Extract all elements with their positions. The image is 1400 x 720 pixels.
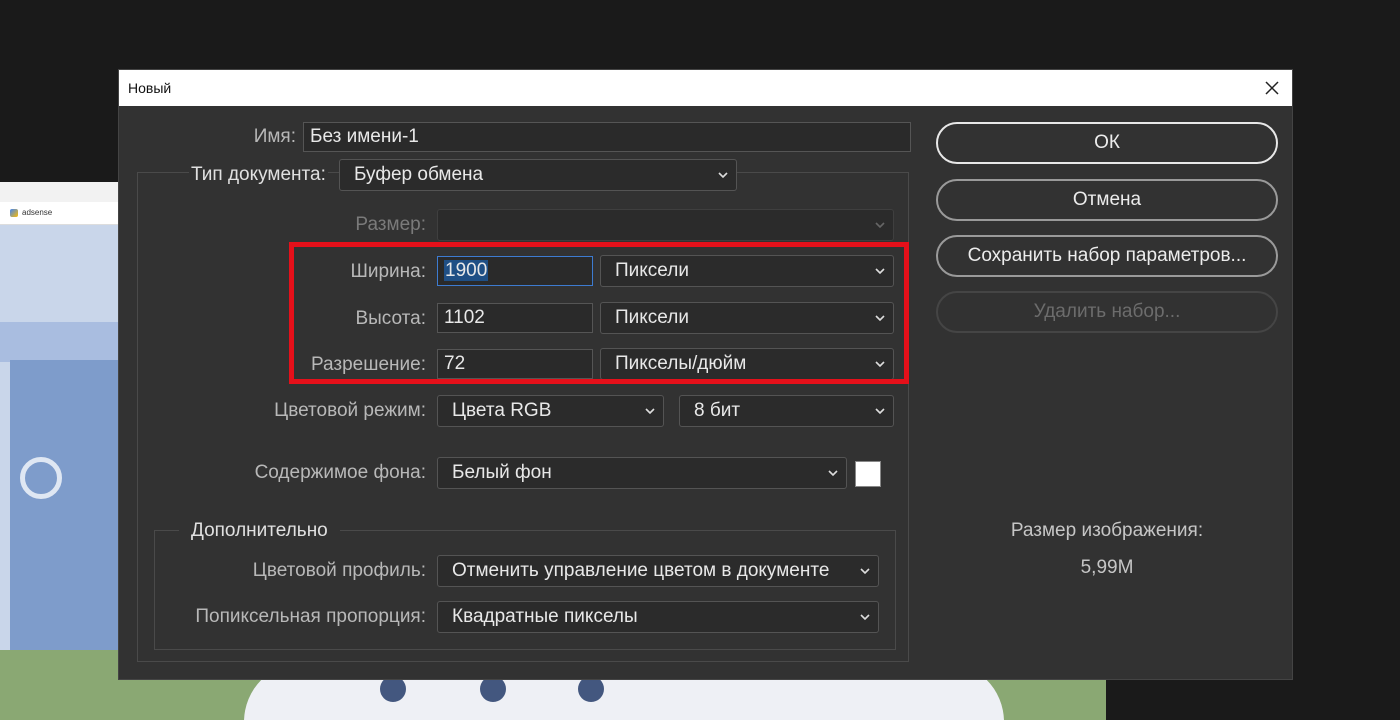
new-document-dialog: Новый Имя: Без имени-1 Тип документа: Бу… bbox=[119, 70, 1292, 679]
illustration-panel bbox=[0, 322, 120, 362]
dialog-title: Новый bbox=[128, 80, 172, 96]
pixel-aspect-label: Попиксельная пропорция: bbox=[195, 606, 426, 627]
doc-type-select[interactable]: Буфер обмена bbox=[339, 159, 737, 191]
illustration-dot bbox=[380, 676, 406, 702]
background-label: Содержимое фона: bbox=[254, 462, 426, 483]
illustration-dot bbox=[578, 676, 604, 702]
cancel-button[interactable]: Отмена bbox=[936, 179, 1278, 221]
pixel-aspect-value: Квадратные пикселы bbox=[452, 606, 638, 627]
browser-tab[interactable] bbox=[0, 202, 120, 225]
name-label: Имя: bbox=[253, 126, 296, 147]
check-circle-icon bbox=[20, 457, 62, 499]
image-size-label: Размер изображения: bbox=[1010, 520, 1204, 541]
chevron-down-icon bbox=[860, 614, 870, 621]
name-input[interactable]: Без имени-1 bbox=[303, 122, 911, 152]
chevron-down-icon bbox=[860, 568, 870, 575]
browser-tab-label: adsense bbox=[22, 208, 53, 217]
color-mode-value: Цвета RGB bbox=[452, 400, 552, 421]
image-size-value: 5,99M bbox=[1080, 557, 1134, 578]
size-select[interactable] bbox=[437, 209, 894, 241]
color-profile-value: Отменить управление цветом в документе bbox=[452, 560, 830, 581]
background-value: Белый фон bbox=[452, 462, 552, 483]
chevron-down-icon bbox=[718, 172, 728, 179]
close-button[interactable] bbox=[1260, 76, 1284, 100]
background-select[interactable]: Белый фон bbox=[437, 457, 847, 489]
color-profile-select[interactable]: Отменить управление цветом в документе bbox=[437, 555, 879, 587]
chevron-down-icon bbox=[645, 408, 655, 415]
doc-type-value: Буфер обмена bbox=[354, 164, 484, 185]
advanced-title: Дополнительно bbox=[179, 520, 340, 542]
adsense-logo-icon bbox=[10, 209, 18, 217]
close-icon bbox=[1265, 81, 1279, 95]
color-profile-label: Цветовой профиль: bbox=[252, 560, 426, 581]
size-label: Размер: bbox=[355, 214, 426, 235]
illustration-building bbox=[10, 360, 120, 650]
chevron-down-icon bbox=[828, 470, 838, 477]
bit-depth-value: 8 бит bbox=[694, 400, 741, 421]
doc-type-label: Тип документа: bbox=[189, 164, 328, 186]
highlight-annotation-box bbox=[289, 242, 909, 384]
chevron-down-icon bbox=[875, 222, 885, 229]
color-mode-label: Цветовой режим: bbox=[274, 400, 426, 421]
chevron-down-icon bbox=[875, 408, 885, 415]
color-mode-select[interactable]: Цвета RGB bbox=[437, 395, 664, 427]
bit-depth-select[interactable]: 8 бит bbox=[679, 395, 894, 427]
save-preset-button[interactable]: Сохранить набор параметров... bbox=[936, 235, 1278, 277]
pixel-aspect-select[interactable]: Квадратные пикселы bbox=[437, 601, 879, 633]
dialog-title-bar: Новый bbox=[119, 70, 1292, 106]
illustration-dot bbox=[480, 676, 506, 702]
ok-button[interactable]: ОК bbox=[936, 122, 1278, 164]
background-color-swatch[interactable] bbox=[855, 461, 881, 487]
delete-preset-button[interactable]: Удалить набор... bbox=[936, 291, 1278, 333]
